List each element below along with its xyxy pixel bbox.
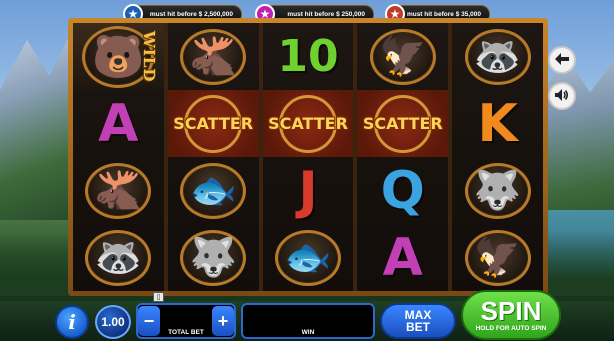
eagle-symbol: 🦅 [452,224,543,291]
max-bet-label-line2: BET [406,320,430,334]
jackpot-grand-label: must hit before $ 2,500,000 [149,11,233,18]
scatter-symbol: SCATTER [357,90,449,157]
salmon-icon: 🐟 [180,162,247,219]
cursor-icon: ▯ [153,292,164,302]
bet-value: 1.00 [101,315,125,329]
reel-2: 🫎 SCATTER 🐟 🐺 [167,23,259,291]
card-symbol-j: J [263,157,354,224]
card-symbol-label: Q [380,160,425,221]
spin-label: SPIN [480,296,542,326]
raccoon-symbol: 🦝 [73,224,164,291]
scatter-symbol: SCATTER [262,90,354,157]
moose-icon: 🫎 [85,162,152,219]
wolf-icon: 🐺 [464,162,531,219]
back-button[interactable] [548,46,576,74]
max-bet-button[interactable]: MAX BET [380,303,456,339]
raccoon-icon: 🦝 [85,229,152,286]
arrow-left-icon [555,52,569,69]
wild-symbol: 🐻 WILD [73,23,164,90]
card-symbol-k: K [452,90,543,157]
jackpot-major-label: must hit before $ 250,000 [287,11,365,18]
spin-button[interactable]: SPIN HOLD FOR AUTO SPIN [461,290,561,340]
moose-symbol: 🫎 [168,23,259,90]
eagle-icon: 🦅 [369,28,436,85]
sound-button[interactable] [548,82,576,110]
reel-frame: 🐻 WILD A 🫎 🦝 🫎 SCATTER 🐟 🐺 10 SCATTER J 🐟 🦅 SCATTER Q A 🦝… [68,18,548,296]
minus-icon: − [143,310,155,331]
plus-icon: + [217,310,229,331]
scatter-label: SCATTER [173,114,254,133]
win-label: WIN [301,329,315,336]
salmon-symbol: 🐟 [168,157,259,224]
card-symbol-label: 10 [277,30,339,82]
speaker-icon [555,88,569,105]
reel-3: 10 SCATTER J 🐟 [262,23,354,291]
moose-icon: 🫎 [180,28,247,85]
scatter-symbol: SCATTER [167,90,259,157]
reel-5: 🦝 K 🐺 🦅 [452,23,543,291]
jackpot-minor-label: must hit before $ 35,000 [406,11,481,18]
card-symbol-label: A [98,93,139,154]
reel-grid: 🐻 WILD A 🫎 🦝 🫎 SCATTER 🐟 🐺 10 SCATTER J 🐟 🦅 SCATTER Q A 🦝… [73,23,543,291]
card-symbol-label: A [382,227,423,288]
card-symbol-q: Q [357,157,448,224]
salmon-icon: 🐟 [274,229,341,286]
salmon-symbol: 🐟 [263,224,354,291]
eagle-symbol: 🦅 [357,23,448,90]
eagle-icon: 🦅 [464,229,531,286]
card-symbol-10: 10 [263,23,354,90]
bet-value-display[interactable]: 1.00 [95,305,131,339]
info-icon: i [68,310,76,334]
reel-1: 🐻 WILD A 🫎 🦝 [73,23,164,291]
reel-4: 🦅 SCATTER Q A [357,23,449,291]
wolf-symbol: 🐺 [168,224,259,291]
scatter-label: SCATTER [362,114,443,133]
card-symbol-label: J [298,160,318,221]
scatter-label: SCATTER [268,114,348,133]
decrease-bet-button[interactable]: − [138,306,160,336]
wild-label: WILD [139,31,158,83]
moose-symbol: 🫎 [73,157,164,224]
wolf-symbol: 🐺 [452,157,543,224]
win-box: WIN [241,303,375,339]
wolf-icon: 🐺 [180,229,247,286]
raccoon-symbol: 🦝 [452,23,543,90]
card-symbol-a: A [73,90,164,157]
card-symbol-label: K [477,93,518,154]
raccoon-icon: 🦝 [464,28,531,85]
increase-bet-button[interactable]: + [212,306,234,336]
info-button[interactable]: i [55,305,89,339]
spin-sub-label: HOLD FOR AUTO SPIN [475,325,547,332]
card-symbol-a: A [357,224,448,291]
